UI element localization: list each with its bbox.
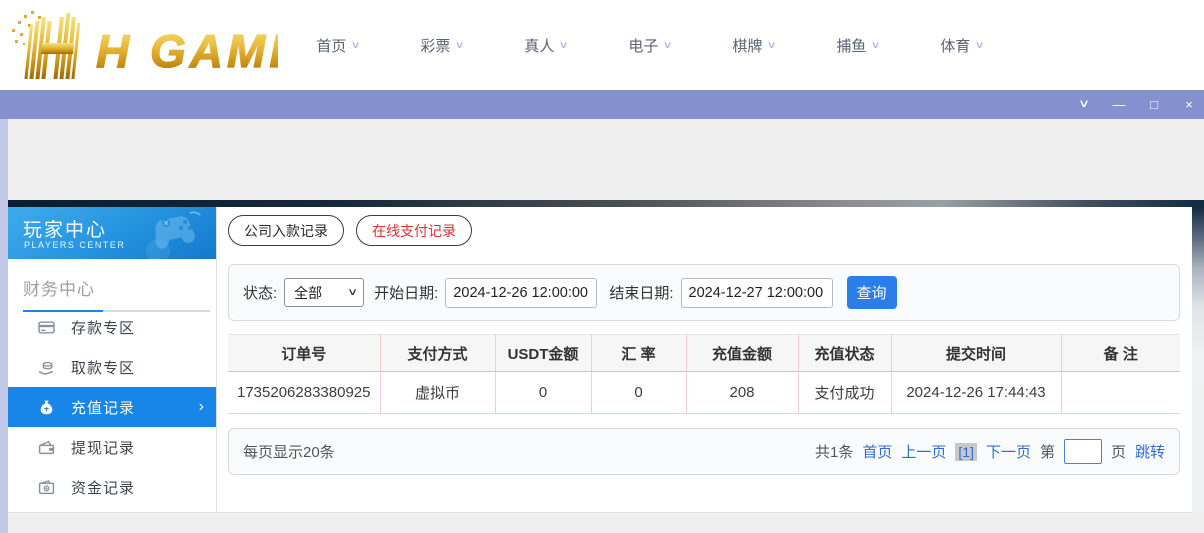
chevron-down-icon: ∨: [347, 287, 358, 298]
chevron-down-icon: ∨: [663, 40, 673, 51]
status-select[interactable]: 全部 ∨: [284, 278, 364, 307]
cell-recharge-amount: 208: [686, 372, 798, 414]
chevron-right-icon: ›: [199, 399, 204, 415]
records-table: 订单号 支付方式 USDT金额 汇 率 充值金额 充值状态 提交时间 备 注 1…: [228, 334, 1180, 414]
maximize-icon[interactable]: □: [1147, 98, 1161, 111]
main-nav: 首页 ∨ 彩票 ∨ 真人 ∨ 电子 ∨ 棋牌 ∨ 捕鱼 ∨: [286, 0, 1014, 90]
end-date-input[interactable]: [681, 278, 833, 308]
cell-exchange-rate: 0: [591, 372, 686, 414]
chevron-down-icon: ∨: [559, 40, 569, 51]
nav-item-lottery[interactable]: 彩票 ∨: [390, 35, 494, 56]
money-bag-icon: [38, 399, 55, 416]
sidebar-item-funds-records[interactable]: 资金记录: [8, 467, 216, 507]
tab-online-payment-records[interactable]: 在线支付记录: [356, 215, 472, 246]
status-select-value: 全部: [294, 283, 322, 303]
players-center-title: 玩家中心: [23, 215, 107, 242]
sidebar-item-withdraw-zone[interactable]: 取款专区: [8, 347, 216, 387]
players-center-subtitle: PLAYERS CENTER: [24, 240, 125, 250]
start-date-input[interactable]: [445, 278, 597, 308]
cell-submit-time: 2024-12-26 17:44:43: [891, 372, 1061, 414]
end-date-label: 结束日期:: [609, 282, 673, 303]
jump-prefix-label: 第: [1040, 441, 1055, 462]
jump-suffix-label: 页: [1111, 441, 1126, 462]
status-label: 状态:: [243, 282, 277, 303]
brand-logo[interactable]: H GAME: [8, 7, 278, 83]
col-remark: 备 注: [1061, 335, 1180, 372]
content-top-divider: [8, 200, 1204, 207]
nav-item-live[interactable]: 真人 ∨: [494, 35, 598, 56]
nav-item-slots[interactable]: 电子 ∨: [598, 35, 702, 56]
cell-order-number: 1735206283380925: [228, 372, 380, 414]
jump-button[interactable]: 跳转: [1135, 441, 1165, 462]
page-size-text: 每页显示20条: [243, 441, 335, 462]
chevron-down-icon: ∨: [975, 40, 985, 51]
cell-recharge-status: 支付成功: [798, 372, 891, 414]
col-order-number: 订单号: [228, 335, 380, 372]
sidebar-item-recharge-records[interactable]: 充值记录 ›: [8, 387, 216, 427]
players-center-banner: 玩家中心 PLAYERS CENTER: [8, 207, 216, 259]
table-header-row: 订单号 支付方式 USDT金额 汇 率 充值金额 充值状态 提交时间 备 注: [228, 335, 1180, 372]
main-panel: 公司入款记录 在线支付记录 状态: 全部 ∨ 开始日期: 结束日期: 查询 订单…: [217, 207, 1192, 513]
left-edge-strip: [0, 119, 8, 533]
filter-bar: 状态: 全部 ∨ 开始日期: 结束日期: 查询: [228, 264, 1180, 321]
col-payment-method: 支付方式: [380, 335, 495, 372]
start-date-label: 开始日期:: [374, 282, 438, 303]
withdraw-wallet-icon: [38, 439, 55, 456]
current-page-indicator: [1]: [955, 443, 977, 461]
record-tabs: 公司入款记录 在线支付记录: [228, 215, 472, 246]
hgame-logo-icon: H GAME: [8, 7, 278, 83]
pagination-bar: 每页显示20条 共1条 首页 上一页 [1] 下一页 第 页 跳转: [228, 428, 1180, 475]
query-button[interactable]: 查询: [847, 276, 897, 309]
svg-text:H GAME: H GAME: [96, 25, 278, 77]
prev-page-link[interactable]: 上一页: [901, 441, 946, 462]
chevron-down-icon: ∨: [351, 40, 361, 51]
bank-card-icon: [38, 319, 55, 336]
right-edge-fade: [1192, 207, 1204, 513]
window-dropdown-icon[interactable]: ∨: [1074, 99, 1095, 110]
col-recharge-status: 充值状态: [798, 335, 891, 372]
minimize-icon[interactable]: —: [1112, 98, 1126, 111]
col-usdt-amount: USDT金额: [495, 335, 591, 372]
chevron-down-icon: ∨: [767, 40, 777, 51]
window-titlebar: ∨ — □ ×: [0, 90, 1204, 119]
close-icon[interactable]: ×: [1182, 98, 1196, 111]
table-row: 1735206283380925 虚拟币 0 0 208 支付成功 2024-1…: [228, 372, 1180, 414]
site-header: H GAME 首页 ∨ 彩票 ∨ 真人 ∨ 电子 ∨ 棋牌 ∨: [0, 0, 1204, 90]
nav-item-home[interactable]: 首页 ∨: [286, 35, 390, 56]
cell-remark: [1061, 372, 1180, 414]
chevron-down-icon: ∨: [455, 40, 465, 51]
nav-item-fishing[interactable]: 捕鱼 ∨: [806, 35, 910, 56]
cell-usdt-amount: 0: [495, 372, 591, 414]
next-page-link[interactable]: 下一页: [986, 441, 1031, 462]
total-count-text: 共1条: [815, 441, 853, 462]
sidebar-item-withdrawal-records[interactable]: 提现记录: [8, 427, 216, 467]
sidebar-menu: 存款专区 取款专区 充值记录 ›: [8, 307, 216, 507]
app-window: H GAME 首页 ∨ 彩票 ∨ 真人 ∨ 电子 ∨ 棋牌 ∨: [0, 0, 1204, 533]
chevron-down-icon: ∨: [871, 40, 881, 51]
sidebar-item-deposit-zone[interactable]: 存款专区: [8, 307, 216, 347]
hand-coin-icon: [38, 359, 55, 376]
first-page-link[interactable]: 首页: [862, 441, 892, 462]
sidebar: 玩家中心 PLAYERS CENTER 财务中心: [8, 207, 217, 513]
tab-company-deposit-records[interactable]: 公司入款记录: [228, 215, 344, 246]
col-recharge-amount: 充值金额: [686, 335, 798, 372]
cell-payment-method: 虚拟币: [380, 372, 495, 414]
nav-item-sports[interactable]: 体育 ∨: [910, 35, 1014, 56]
col-submit-time: 提交时间: [891, 335, 1061, 372]
nav-item-cards[interactable]: 棋牌 ∨: [702, 35, 806, 56]
col-exchange-rate: 汇 率: [591, 335, 686, 372]
page-jump-input[interactable]: [1064, 439, 1102, 464]
finance-center-heading: 财务中心: [23, 275, 216, 300]
funds-wallet-icon: [38, 479, 55, 496]
gamepad-icon: [138, 209, 210, 259]
